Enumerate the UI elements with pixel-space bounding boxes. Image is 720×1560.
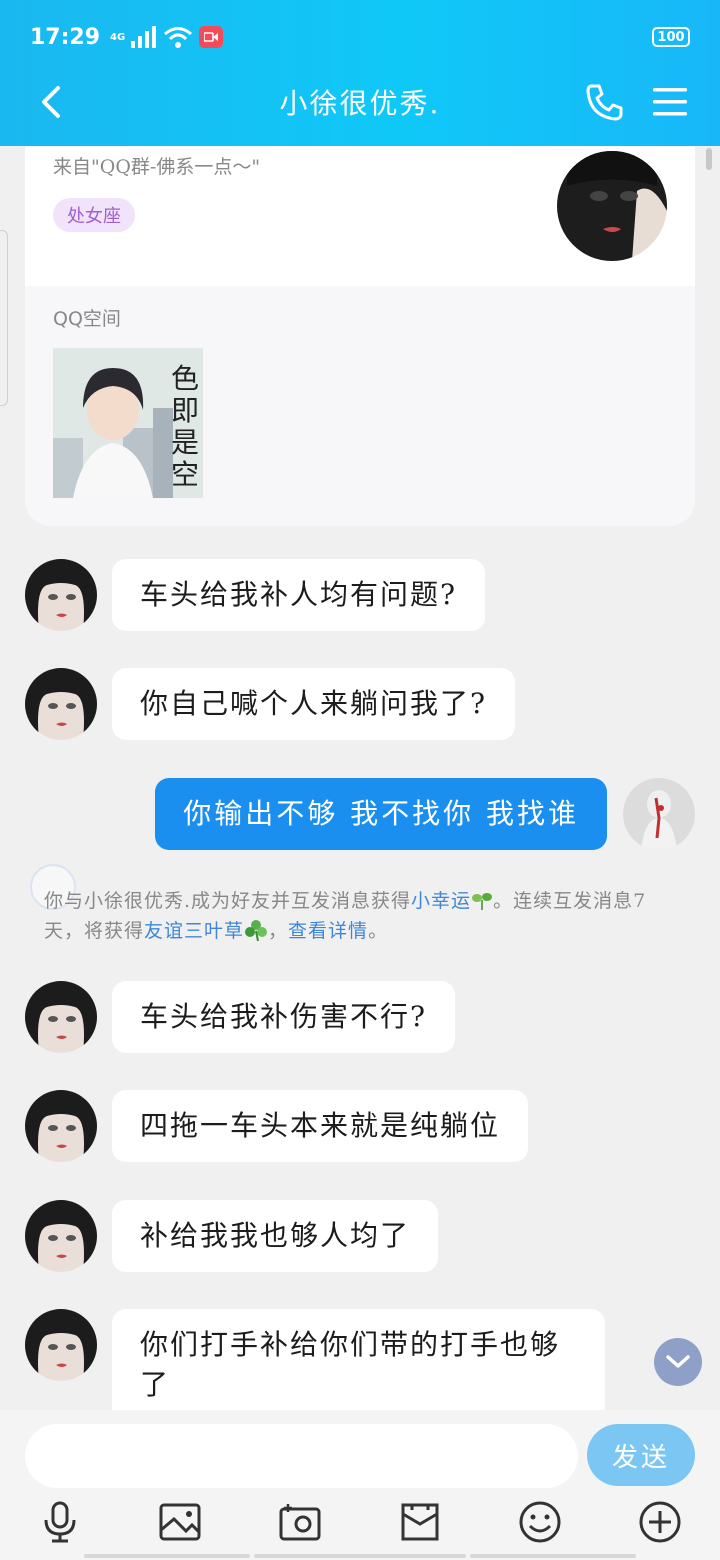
message-input[interactable] bbox=[25, 1424, 578, 1488]
chat-header: 17:29 4G 100 小徐很优秀. bbox=[0, 0, 720, 146]
qq-space-label: QQ空间 bbox=[53, 308, 121, 330]
side-edge-handle[interactable] bbox=[0, 230, 8, 406]
folder-icon[interactable] bbox=[398, 1500, 442, 1544]
friend-avatar[interactable] bbox=[25, 559, 97, 631]
little-luck-link[interactable]: 小幸运 bbox=[411, 890, 471, 912]
message-bubble[interactable]: 补给我我也够人均了 bbox=[112, 1200, 439, 1272]
title-bar: 小徐很优秀. bbox=[0, 72, 720, 132]
svg-text:色: 色 bbox=[171, 362, 199, 395]
gesture-bar-segment bbox=[470, 1554, 636, 1558]
qq-space-photo[interactable]: 色即 是空 bbox=[53, 348, 203, 498]
notice-text: ， bbox=[268, 920, 289, 942]
status-bar: 17:29 4G 100 bbox=[30, 20, 690, 54]
screen-record-icon bbox=[199, 26, 224, 48]
signal-indicators: 4G bbox=[110, 26, 224, 48]
scroll-down-button[interactable] bbox=[654, 1338, 702, 1386]
message-incoming: 车头给我补人均有问题? bbox=[25, 559, 486, 631]
message-bubble[interactable]: 你自己喊个人来躺问我了? bbox=[112, 668, 516, 740]
input-panel: 发送 bbox=[0, 1410, 720, 1560]
profile-avatar[interactable] bbox=[557, 151, 667, 261]
zodiac-tag: 处女座 bbox=[53, 198, 135, 232]
mic-icon[interactable] bbox=[38, 1500, 82, 1544]
friend-avatar[interactable] bbox=[25, 1090, 97, 1162]
friend-avatar[interactable] bbox=[25, 1200, 97, 1272]
phone-icon[interactable] bbox=[584, 82, 624, 122]
notice-text: 。 bbox=[368, 920, 389, 942]
status-time: 17:29 bbox=[30, 24, 101, 50]
emoji-icon[interactable] bbox=[518, 1500, 562, 1544]
friend-avatar[interactable] bbox=[25, 981, 97, 1053]
message-bubble[interactable]: 你输出不够 我不找你 我找谁 bbox=[155, 778, 607, 850]
network-label: 4G bbox=[110, 31, 126, 43]
message-incoming: 车头给我补伤害不行? bbox=[25, 981, 456, 1053]
scrollbar[interactable] bbox=[706, 148, 712, 170]
svg-text:即: 即 bbox=[171, 394, 199, 427]
message-incoming: 四拖一车头本来就是纯躺位 bbox=[25, 1090, 529, 1162]
svg-text:是: 是 bbox=[171, 426, 199, 459]
message-bubble[interactable]: 你们打手补给你们带的打手也够了 bbox=[112, 1309, 605, 1421]
chevron-down-icon bbox=[666, 1355, 690, 1368]
input-toolbar bbox=[0, 1500, 720, 1550]
source-text: 来自"QQ群-佛系一点～" bbox=[53, 156, 261, 178]
gesture-bar-segment bbox=[254, 1554, 466, 1558]
message-bubble[interactable]: 四拖一车头本来就是纯躺位 bbox=[112, 1090, 529, 1162]
view-details-link[interactable]: 查看详情 bbox=[288, 920, 368, 942]
qq-space-section[interactable]: QQ空间 色即 是空 bbox=[25, 286, 695, 526]
wifi-icon bbox=[164, 27, 193, 48]
camera-icon[interactable] bbox=[278, 1500, 322, 1544]
sprout-icon bbox=[472, 893, 493, 910]
message-bubble[interactable]: 车头给我补人均有问题? bbox=[112, 559, 486, 631]
my-avatar[interactable] bbox=[623, 778, 695, 850]
clover-icon bbox=[245, 920, 268, 942]
battery-indicator: 100 bbox=[652, 27, 690, 47]
friend-avatar[interactable] bbox=[25, 1309, 97, 1381]
notice-text: 你与小徐很优秀.成为好友并互发消息获得 bbox=[44, 890, 412, 912]
signal-icon bbox=[131, 26, 157, 48]
system-notice: 你与小徐很优秀.成为好友并互发消息获得小幸运 。连续互发消息7天，将获得友谊三叶草… bbox=[44, 886, 684, 946]
message-outgoing: 你输出不够 我不找你 我找谁 bbox=[155, 778, 695, 850]
gesture-bar-segment bbox=[84, 1554, 250, 1558]
menu-icon[interactable] bbox=[652, 86, 688, 118]
svg-text:空: 空 bbox=[171, 458, 199, 491]
plus-icon[interactable] bbox=[638, 1500, 682, 1544]
message-incoming: 补给我我也够人均了 bbox=[25, 1200, 439, 1272]
send-button[interactable]: 发送 bbox=[587, 1424, 695, 1486]
message-bubble[interactable]: 车头给我补伤害不行? bbox=[112, 981, 456, 1053]
profile-card[interactable]: 来自"QQ群-佛系一点～" 处女座 QQ空间 色即 是空 bbox=[25, 146, 695, 526]
message-incoming: 你自己喊个人来躺问我了? bbox=[25, 668, 516, 740]
image-icon[interactable] bbox=[158, 1500, 202, 1544]
message-incoming: 你们打手补给你们带的打手也够了 bbox=[25, 1309, 605, 1421]
clover-link[interactable]: 友谊三叶草 bbox=[144, 920, 244, 942]
friend-avatar[interactable] bbox=[25, 668, 97, 740]
